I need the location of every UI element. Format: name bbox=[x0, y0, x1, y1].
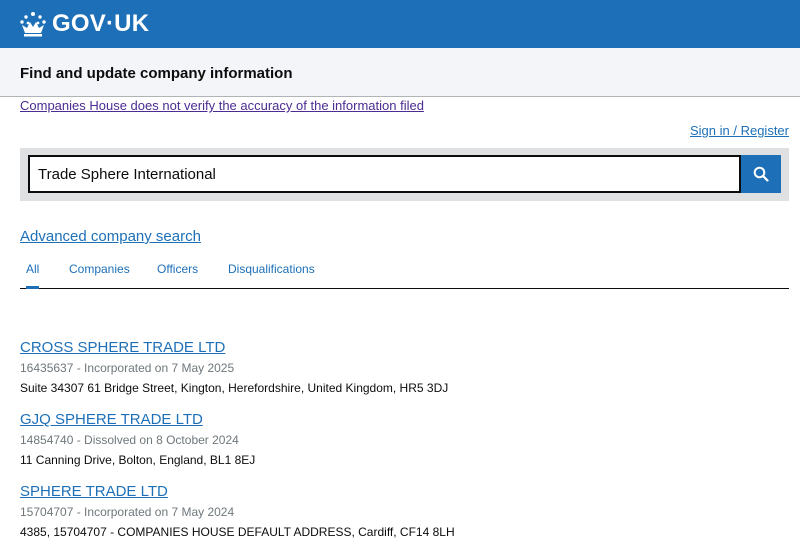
result-title-link[interactable]: SPHERE TRADE LTD bbox=[20, 482, 780, 502]
result-address: 4385, 15704707 - COMPANIES HOUSE DEFAULT… bbox=[20, 525, 455, 539]
tab-companies[interactable]: Companies bbox=[69, 262, 130, 276]
search-input[interactable] bbox=[28, 155, 741, 193]
result-title-link[interactable]: GJQ SPHERE TRADE LTD bbox=[20, 410, 780, 430]
govuk-logo-link[interactable]: GOV·UK bbox=[52, 10, 149, 38]
tab-all[interactable]: All bbox=[26, 262, 40, 289]
result-item: GJQ SPHERE TRADE LTD 14854740 - Dissolve… bbox=[20, 410, 780, 470]
logo-suffix: UK bbox=[114, 10, 150, 37]
result-meta: 16435637 - Incorporated on 7 May 2025 bbox=[20, 361, 235, 375]
results-list: CROSS SPHERE TRADE LTD 16435637 - Incorp… bbox=[20, 338, 780, 554]
result-meta: 15704707 - Incorporated on 7 May 2024 bbox=[20, 505, 235, 519]
sign-in-register-link[interactable]: Sign in / Register bbox=[690, 123, 789, 138]
result-meta: 14854740 - Dissolved on 8 October 2024 bbox=[20, 433, 239, 447]
service-name[interactable]: Find and update company information bbox=[20, 65, 293, 82]
result-title-link[interactable]: CROSS SPHERE TRADE LTD bbox=[20, 338, 780, 358]
search-panel bbox=[20, 148, 789, 201]
search-icon bbox=[753, 166, 769, 182]
result-address: 11 Canning Drive, Bolton, England, BL1 8… bbox=[20, 453, 256, 467]
tab-disqualifications[interactable]: Disqualifications bbox=[228, 262, 315, 276]
service-bar: Find and update company information bbox=[0, 48, 800, 97]
logo-dot: · bbox=[105, 10, 115, 37]
search-button[interactable] bbox=[741, 155, 781, 193]
result-item: CROSS SPHERE TRADE LTD 16435637 - Incorp… bbox=[20, 338, 780, 398]
search-tabs: All Companies Officers Disqualifications bbox=[20, 255, 789, 289]
advanced-search-link[interactable]: Advanced company search bbox=[20, 228, 201, 245]
govuk-header: GOV·UK bbox=[0, 0, 800, 48]
tab-officers[interactable]: Officers bbox=[157, 262, 198, 276]
crown-icon bbox=[20, 12, 46, 37]
accuracy-notice-link[interactable]: Companies House does not verify the accu… bbox=[20, 98, 424, 113]
result-address: Suite 34307 61 Bridge Street, Kington, H… bbox=[20, 381, 449, 395]
logo-text: GOV bbox=[52, 10, 106, 37]
result-item: SPHERE TRADE LTD 15704707 - Incorporated… bbox=[20, 482, 780, 542]
